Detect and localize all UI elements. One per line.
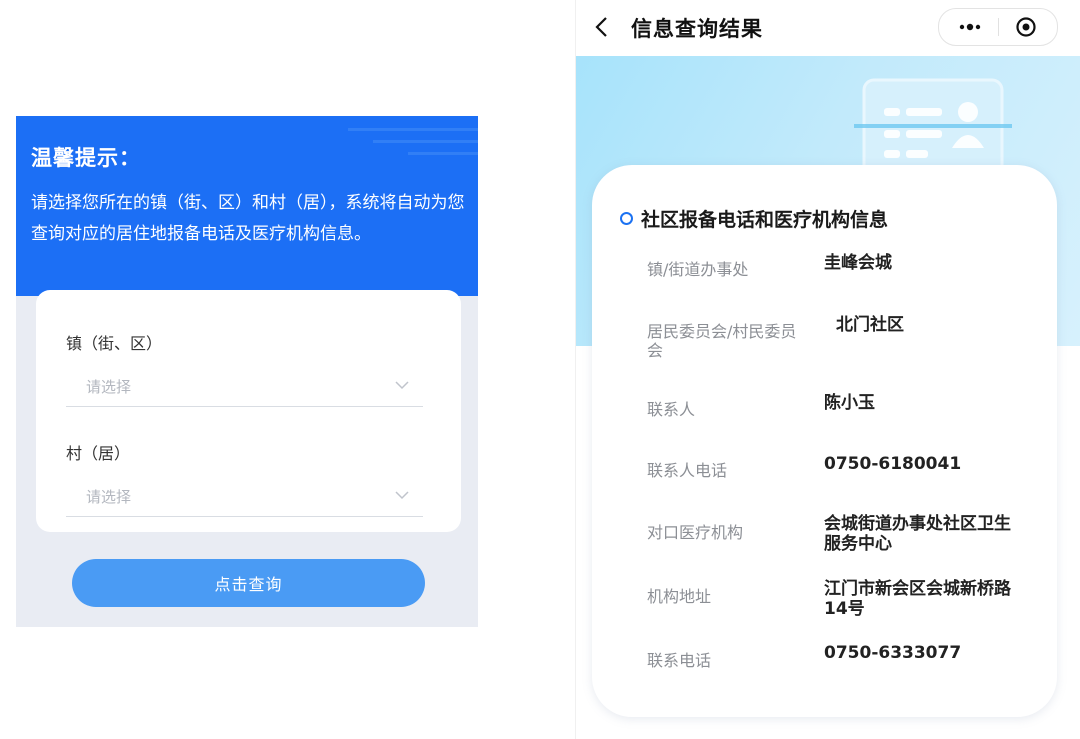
village-select-placeholder: 请选择 [86,488,132,506]
row-label-address: 机构地址 [647,587,712,606]
row-label-contact-phone: 联系人电话 [647,461,728,480]
close-target-icon[interactable] [1015,16,1037,38]
query-button[interactable]: 点击查询 [72,559,425,607]
decorative-lines [348,128,478,155]
capsule-divider [998,18,999,36]
chevron-down-icon [395,491,409,500]
form-card: 镇（街、区） 请选择 村（居） 请选择 [36,290,461,532]
section-title: 社区报备电话和医疗机构信息 [641,209,889,231]
row-value-phone[interactable]: 0750-6333077 [824,643,1034,663]
row-label-phone: 联系电话 [647,651,712,670]
row-label-committee: 居民委员会/村民委员会 [647,322,797,360]
nav-bar: 信息查询结果 [576,0,1080,56]
section-heading: 社区报备电话和医疗机构信息 [620,205,888,232]
result-screen: 信息查询结果 社区报备电话和医疗机构信息 镇/街道办事处 圭峰会城 居民委员会/… [575,0,1080,739]
row-value-committee: 北门社区 [836,315,904,335]
row-value-address: 江门市新会区会城新桥路14号 [824,579,1011,619]
row-value-contact-phone[interactable]: 0750-6180041 [824,454,1034,474]
chevron-down-icon [395,381,409,390]
row-label-town: 镇/街道办事处 [647,260,749,279]
tip-title: 温馨提示： [31,146,141,170]
village-label: 村（居） [66,444,131,463]
row-label-medical: 对口医疗机构 [647,523,744,542]
town-select[interactable]: 请选择 [66,368,423,407]
page-title: 信息查询结果 [631,17,763,41]
town-select-placeholder: 请选择 [86,378,132,396]
town-label: 镇（街、区） [66,334,163,353]
back-arrow-icon[interactable] [594,16,608,38]
more-icon[interactable] [957,19,983,35]
row-value-contact: 陈小玉 [824,393,875,413]
info-card: 社区报备电话和医疗机构信息 镇/街道办事处 圭峰会城 居民委员会/村民委员会 北… [592,165,1057,717]
row-value-medical: 会城街道办事处社区卫生服务中心 [824,514,1011,554]
row-label-contact: 联系人 [647,400,696,419]
ring-bullet-icon [620,212,633,225]
tip-body: 请选择您所在的镇（街、区）和村（居），系统将自动为您查询对应的居住地报备电话及医… [31,193,465,244]
mini-program-capsule [938,8,1058,46]
village-select[interactable]: 请选择 [66,478,423,517]
query-form-screen: 温馨提示： 请选择您所在的镇（街、区）和村（居），系统将自动为您查询对应的居住地… [16,116,478,627]
tip-banner: 温馨提示： 请选择您所在的镇（街、区）和村（居），系统将自动为您查询对应的居住地… [16,116,478,296]
row-value-town: 圭峰会城 [824,253,892,273]
